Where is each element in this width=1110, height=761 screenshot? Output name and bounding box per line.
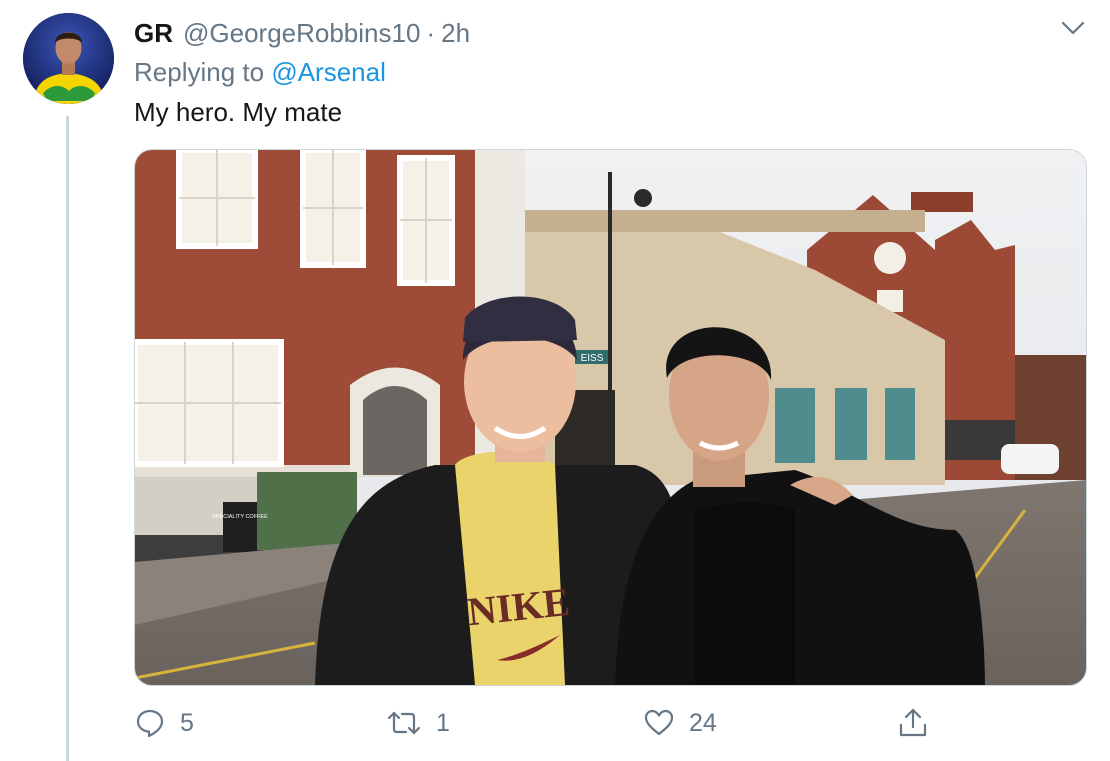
retweet-icon xyxy=(386,707,422,739)
chevron-down-icon[interactable] xyxy=(1059,16,1087,40)
separator-dot: · xyxy=(426,17,436,48)
tweet-text: My hero. My mate xyxy=(134,97,343,127)
reply-button[interactable]: 5 xyxy=(134,705,194,741)
replying-to-label: Replying to xyxy=(134,57,265,87)
reply-icon xyxy=(134,707,166,739)
replying-to: Replying to @Arsenal xyxy=(134,57,386,88)
display-name[interactable]: GR xyxy=(134,18,173,49)
coffee-board-text: SPECIALITY COFFEE xyxy=(212,514,268,520)
replying-to-link[interactable]: @Arsenal xyxy=(271,57,386,87)
shop-sign: EISS xyxy=(581,353,604,364)
like-count: 24 xyxy=(689,708,717,737)
tweet-photo[interactable]: EISS SPECIALITY COFFEE NIKE xyxy=(134,149,1087,686)
share-button[interactable] xyxy=(897,705,929,741)
tweet-header: GR @GeorgeRobbins10 · 2h xyxy=(134,17,470,49)
timestamp[interactable]: 2h xyxy=(441,18,470,49)
user-handle[interactable]: @GeorgeRobbins10 xyxy=(183,18,420,49)
reply-count: 5 xyxy=(180,708,194,737)
retweet-button[interactable]: 1 xyxy=(386,705,450,741)
like-button[interactable]: 24 xyxy=(643,705,717,741)
share-icon xyxy=(897,707,929,739)
thread-line xyxy=(66,116,69,761)
like-icon xyxy=(643,707,675,739)
retweet-count: 1 xyxy=(436,708,450,737)
avatar[interactable] xyxy=(23,13,114,104)
